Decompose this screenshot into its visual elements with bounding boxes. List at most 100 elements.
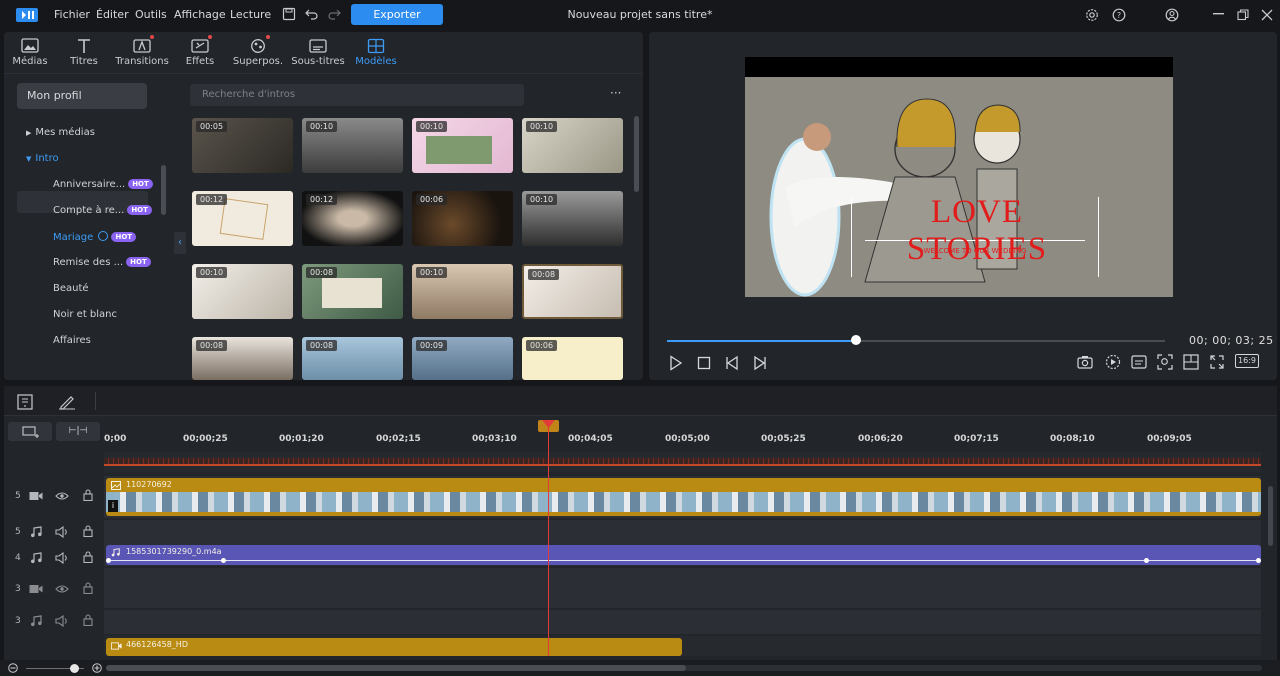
restore-icon[interactable] (1237, 9, 1249, 21)
video-clip[interactable]: 466126458_HD (106, 638, 682, 656)
lock-icon[interactable] (83, 614, 93, 626)
keyframe-handle[interactable] (221, 558, 226, 563)
track-manager-icon[interactable] (17, 394, 33, 410)
template-thumbnail[interactable]: 00:08 (302, 337, 403, 380)
stop-icon[interactable] (697, 356, 711, 370)
save-icon[interactable] (282, 7, 296, 21)
lock-icon[interactable] (83, 582, 93, 594)
template-thumbnail[interactable]: 00:10 (192, 264, 293, 319)
keyframe-handle[interactable] (106, 558, 111, 563)
zoom-slider-handle[interactable] (70, 664, 79, 673)
volume-envelope-line[interactable] (106, 560, 1261, 561)
sidebar-item-mes-medias[interactable]: ▶ Mes médias (26, 127, 95, 138)
playback-progress-bar[interactable] (667, 340, 1165, 342)
audio-clip[interactable]: 1585301739290_0.m4a (106, 545, 1261, 565)
lock-icon[interactable] (83, 551, 93, 563)
sidebar-item-compte-a-rebours[interactable]: Compte à re... HOT (53, 205, 152, 216)
help-icon[interactable]: ? (1112, 8, 1126, 22)
add-track-button[interactable] (8, 422, 52, 441)
lock-icon[interactable] (83, 489, 93, 501)
minimize-icon[interactable] (1213, 13, 1225, 16)
tab-medias[interactable]: Médias (4, 32, 56, 74)
menu-lecture[interactable]: Lecture (230, 8, 271, 21)
layout-grid-icon[interactable] (1183, 354, 1199, 370)
tab-transitions[interactable]: Transitions (114, 32, 170, 74)
sidebar-item-intro-label[interactable]: ▼ Intro (26, 153, 59, 164)
template-thumbnail[interactable]: 00:10 (302, 118, 403, 173)
sidebar-item-remise-des-diplomes[interactable]: Remise des ... HOT (53, 257, 151, 268)
effects-clip-strip[interactable] (104, 458, 1261, 466)
zoom-preview-icon[interactable] (1157, 354, 1173, 370)
snapshot-camera-icon[interactable] (1077, 355, 1093, 369)
next-frame-icon[interactable] (751, 355, 767, 371)
settings-gear-icon[interactable] (1085, 8, 1099, 22)
my-profile-button[interactable]: Mon profil (17, 83, 147, 109)
redo-icon[interactable] (327, 8, 341, 20)
volume-icon[interactable] (55, 552, 69, 564)
template-thumbnail[interactable]: 00:06 (412, 191, 513, 246)
template-thumbnail[interactable]: 00:08 (302, 264, 403, 319)
timeline-vertical-scrollbar[interactable] (1268, 486, 1273, 546)
timeline-horizontal-scrollbar[interactable] (106, 665, 1262, 671)
more-options-icon[interactable]: ··· (610, 86, 621, 100)
template-thumbnail[interactable]: 00:09 (412, 337, 513, 380)
keyframe-handle[interactable] (1144, 558, 1149, 563)
preview-quality-icon[interactable] (1105, 354, 1121, 370)
template-thumbnail[interactable]: 00:06 (522, 337, 623, 380)
tab-sous-titres[interactable]: Sous-titres (290, 32, 346, 74)
menu-fichier[interactable]: Fichier (54, 8, 90, 21)
edit-pen-icon[interactable] (58, 394, 76, 410)
sidebar-item-mariage[interactable]: Mariage HOT (53, 231, 137, 243)
template-thumbnail[interactable]: 00:12 (192, 191, 293, 246)
visibility-eye-icon[interactable] (55, 491, 69, 501)
scrollbar-thumb[interactable] (106, 665, 686, 671)
grid-scrollbar[interactable] (634, 116, 639, 192)
zoom-out-icon[interactable] (8, 663, 18, 673)
volume-icon[interactable] (55, 615, 69, 627)
keyframe-handle[interactable] (1256, 558, 1261, 563)
menu-outils[interactable]: Outils (135, 8, 167, 21)
fullscreen-icon[interactable] (1209, 354, 1225, 370)
account-icon[interactable] (1165, 8, 1179, 22)
clip-info-icon[interactable]: i (108, 500, 118, 512)
sidebar-item-affaires[interactable]: Affaires (53, 335, 91, 345)
menu-affichage[interactable]: Affichage (174, 8, 226, 21)
hot-badge: HOT (127, 205, 152, 215)
timeline-ruler[interactable]: 0;00 00;00;25 00;01;20 00;02;15 00;03;10… (104, 416, 1277, 444)
template-thumbnail[interactable]: 00:10 (522, 118, 623, 173)
collapse-sidebar-button[interactable]: ‹ (174, 232, 186, 254)
menu-editer[interactable]: Éditer (96, 8, 129, 21)
export-button[interactable]: Exporter (351, 4, 443, 25)
sidebar-item-beaute[interactable]: Beauté (53, 283, 89, 294)
undo-icon[interactable] (305, 8, 319, 20)
tab-titres[interactable]: Titres (60, 32, 108, 74)
template-thumbnail[interactable]: 00:10 (522, 191, 623, 246)
visibility-eye-icon[interactable] (55, 584, 69, 594)
template-thumbnail[interactable]: 00:05 (192, 118, 293, 173)
playback-scrubber-handle[interactable] (851, 335, 862, 345)
previous-frame-icon[interactable] (725, 355, 741, 371)
subtitle-toggle-icon[interactable] (1131, 355, 1147, 369)
duration-badge: 00:10 (416, 267, 448, 278)
tab-superpos[interactable]: Superpos. (230, 32, 286, 74)
volume-icon[interactable] (55, 526, 69, 538)
aspect-ratio-button[interactable]: 16:9 (1235, 354, 1259, 368)
search-intros-input[interactable]: Recherche d'intros (190, 84, 524, 106)
lock-icon[interactable] (83, 525, 93, 537)
tab-effets[interactable]: Effets (180, 32, 220, 74)
zoom-in-icon[interactable] (92, 663, 102, 673)
play-icon[interactable] (669, 355, 683, 371)
video-clip[interactable]: 110270692 i (106, 478, 1261, 516)
sidebar-item-noir-et-blanc[interactable]: Noir et blanc (53, 309, 117, 320)
sidebar-item-anniversaire[interactable]: Anniversaire... HOT (53, 179, 153, 190)
template-thumbnail[interactable]: 00:12 (302, 191, 403, 246)
close-icon[interactable] (1261, 9, 1273, 21)
fit-timeline-button[interactable]: ⊢|⊣ (56, 422, 100, 441)
template-thumbnail[interactable]: 00:08 (522, 264, 623, 319)
template-thumbnail[interactable]: 00:08 (192, 337, 293, 380)
sidebar-scrollbar[interactable] (161, 165, 166, 215)
tab-modeles[interactable]: Modèles (354, 32, 398, 74)
template-thumbnail[interactable]: 00:10 (412, 264, 513, 319)
template-thumbnail[interactable]: 00:10 (412, 118, 513, 173)
hot-badge: HOT (128, 179, 153, 189)
